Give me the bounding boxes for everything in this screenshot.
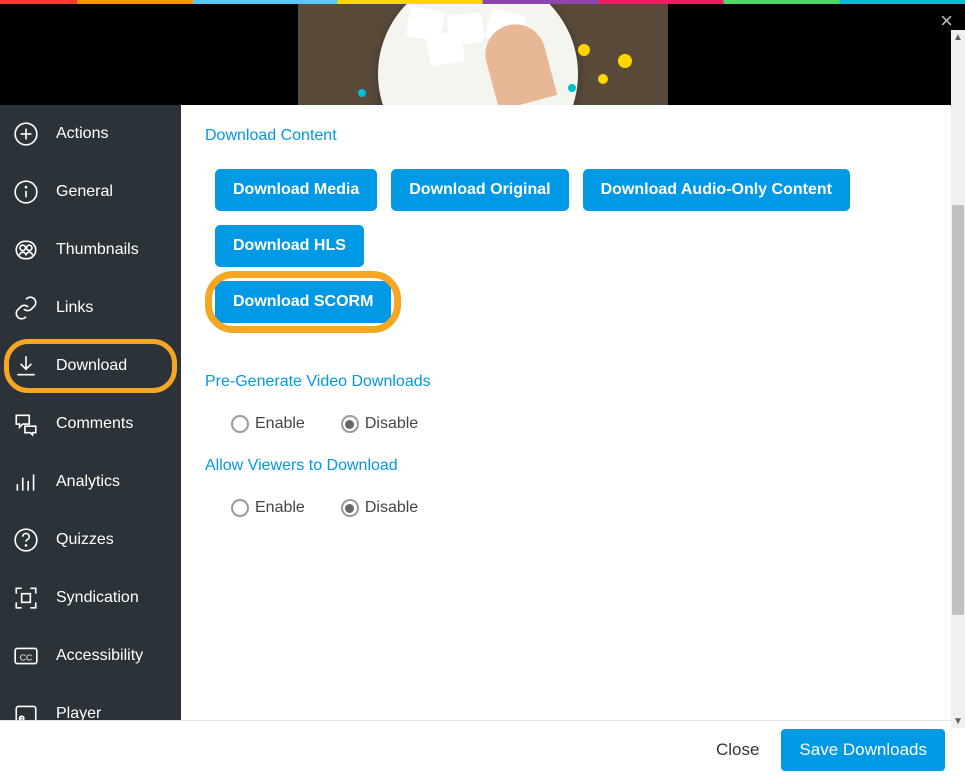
video-thumbnail: [298, 4, 668, 105]
close-button[interactable]: Close: [716, 740, 759, 760]
info-circle-icon: [12, 178, 40, 206]
sidebar: Actions General Thumbnails Links: [0, 105, 181, 720]
download-content-title: Download Content: [205, 127, 941, 145]
sidebar-item-label: Links: [56, 299, 93, 317]
sidebar-item-syndication[interactable]: Syndication: [0, 569, 181, 627]
sidebar-item-analytics[interactable]: Analytics: [0, 453, 181, 511]
sidebar-item-accessibility[interactable]: CC Accessibility: [0, 627, 181, 685]
sidebar-item-comments[interactable]: Comments: [0, 395, 181, 453]
radio-icon: [341, 499, 359, 517]
radio-label: Disable: [365, 415, 418, 433]
sidebar-item-label: General: [56, 183, 113, 201]
sidebar-item-download[interactable]: Download: [0, 337, 181, 395]
sidebar-item-thumbnails[interactable]: Thumbnails: [0, 221, 181, 279]
bar-chart-icon: [12, 468, 40, 496]
radio-label: Disable: [365, 499, 418, 517]
cc-icon: CC: [12, 642, 40, 670]
player-icon: [12, 700, 40, 720]
sidebar-item-label: Thumbnails: [56, 241, 139, 259]
sidebar-item-player[interactable]: Player: [0, 685, 181, 720]
save-downloads-button[interactable]: Save Downloads: [781, 729, 945, 771]
radio-icon: [231, 499, 249, 517]
download-audio-button[interactable]: Download Audio-Only Content: [583, 169, 850, 211]
allow-enable-radio[interactable]: Enable: [231, 499, 305, 517]
download-hls-button[interactable]: Download HLS: [215, 225, 364, 267]
download-buttons: Download Media Download Original Downloa…: [205, 169, 941, 323]
sidebar-item-quizzes[interactable]: Quizzes: [0, 511, 181, 569]
scroll-down-arrow-icon[interactable]: ▼: [951, 714, 965, 720]
scrollbar-thumb[interactable]: [952, 205, 964, 615]
sidebar-item-label: Actions: [56, 125, 108, 143]
sidebar-item-label: Accessibility: [56, 647, 143, 665]
radio-icon: [231, 415, 249, 433]
plus-circle-icon: [12, 120, 40, 148]
pregenerate-radio-group: Enable Disable: [205, 415, 941, 433]
sidebar-item-actions[interactable]: Actions: [0, 105, 181, 163]
sidebar-item-label: Analytics: [56, 473, 120, 491]
radio-icon: [341, 415, 359, 433]
radio-label: Enable: [255, 499, 305, 517]
sidebar-item-links[interactable]: Links: [0, 279, 181, 337]
allow-disable-radio[interactable]: Disable: [341, 499, 418, 517]
download-scorm-button[interactable]: Download SCORM: [215, 281, 391, 323]
link-icon: [12, 294, 40, 322]
sidebar-item-label: Syndication: [56, 589, 139, 607]
user-group-icon: [12, 236, 40, 264]
sidebar-item-label: Player: [56, 705, 101, 720]
pregenerate-enable-radio[interactable]: Enable: [231, 415, 305, 433]
download-icon: [12, 352, 40, 380]
sidebar-item-label: Download: [56, 357, 127, 375]
question-circle-icon: [12, 526, 40, 554]
allow-viewers-title: Allow Viewers to Download: [205, 457, 941, 475]
comments-icon: [12, 410, 40, 438]
pregenerate-disable-radio[interactable]: Disable: [341, 415, 418, 433]
modal-footer: Close Save Downloads: [0, 720, 965, 778]
pregenerate-title: Pre-Generate Video Downloads: [205, 373, 941, 391]
download-media-button[interactable]: Download Media: [215, 169, 377, 211]
download-original-button[interactable]: Download Original: [391, 169, 568, 211]
main-content: Download Content Download Media Download…: [181, 105, 965, 720]
radio-label: Enable: [255, 415, 305, 433]
sidebar-item-label: Quizzes: [56, 531, 114, 549]
outer-scrollbar[interactable]: ▲ ▼: [951, 105, 965, 720]
svg-text:CC: CC: [20, 652, 33, 662]
fullscreen-icon: [12, 584, 40, 612]
allow-viewers-radio-group: Enable Disable: [205, 499, 941, 517]
sidebar-item-label: Comments: [56, 415, 133, 433]
video-preview-header: [0, 4, 965, 105]
close-icon[interactable]: ×: [940, 8, 953, 34]
sidebar-item-general[interactable]: General: [0, 163, 181, 221]
